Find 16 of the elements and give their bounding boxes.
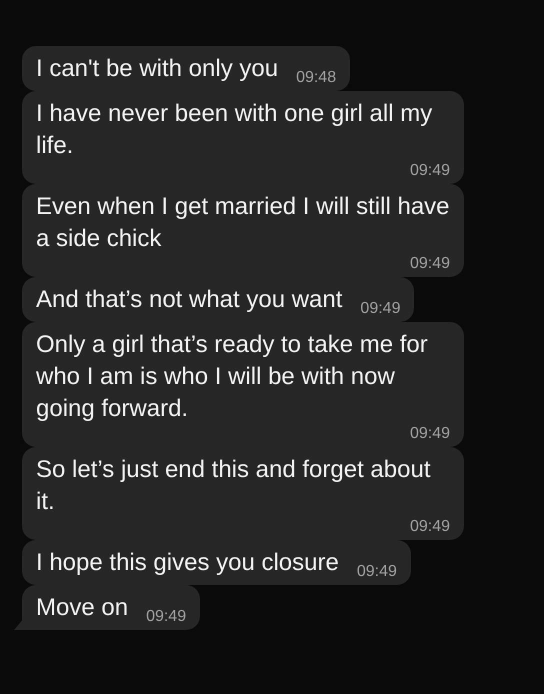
message-text: And that’s not what you want xyxy=(36,285,342,315)
message-time: 09:49 xyxy=(408,425,450,443)
message-text: I hope this gives you closure xyxy=(36,548,339,578)
message-time: 09:49 xyxy=(408,518,450,536)
message-text: Even when I get married I will still have a side chick xyxy=(36,192,450,254)
message-time: 09:49 xyxy=(145,608,186,626)
message-text: Move on xyxy=(36,593,128,623)
message-text: Only a girl that’s ready to take me for who I am is who I will be with now going forward. xyxy=(36,330,429,424)
message-time: 09:48 xyxy=(295,69,336,87)
message-text: I have never been with one girl all my life. xyxy=(36,99,434,161)
message-time: 09:49 xyxy=(359,300,400,318)
message-text: So let’s just end this and forget about it. xyxy=(36,455,432,517)
message-time: 09:49 xyxy=(356,563,397,581)
message-time: 09:49 xyxy=(408,162,450,180)
message-time: 09:49 xyxy=(408,255,450,273)
message-text: I can't be with only you xyxy=(36,54,278,84)
